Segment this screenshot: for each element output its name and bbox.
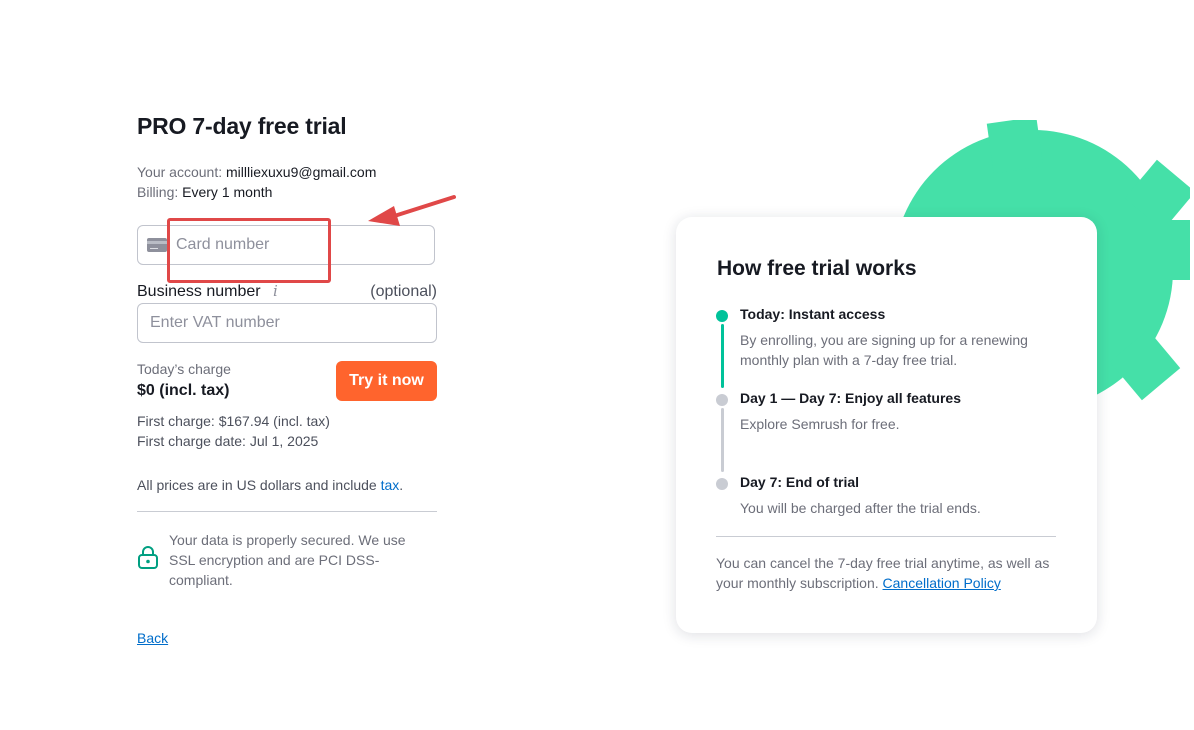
step-title: Day 1 — Day 7: Enjoy all features: [740, 390, 961, 406]
step-title: Today: Instant access: [740, 306, 886, 322]
first-charge-date-text: First charge date: Jul 1, 2025: [137, 433, 319, 449]
account-info: Your account: millliexuxu9@gmail.com: [137, 164, 376, 180]
panel-divider: [716, 536, 1056, 537]
step-dot-active: [716, 310, 728, 322]
step-description: You will be charged after the trial ends…: [740, 500, 981, 516]
account-label: Your account:: [137, 164, 223, 180]
today-charge-label: Today’s charge: [137, 361, 231, 377]
free-trial-info-panel: How free trial works Today: Instant acce…: [676, 217, 1097, 633]
credit-card-icon: [147, 238, 167, 252]
first-charge-text: First charge: $167.94 (incl. tax): [137, 413, 330, 429]
annotation-arrow: [368, 195, 456, 226]
today-charge-value: $0 (incl. tax): [137, 382, 230, 399]
vat-number-field[interactable]: [137, 303, 437, 343]
page-title: PRO 7-day free trial: [137, 113, 347, 139]
step-description: By enrolling, you are signing up for a r…: [740, 332, 1028, 368]
security-note: Your data is properly secured. We use SS…: [169, 532, 406, 588]
billing-info: Billing: Every 1 month: [137, 184, 272, 200]
try-it-now-button[interactable]: Try it now: [336, 361, 437, 401]
billing-value: Every 1 month: [182, 184, 273, 200]
step-dot: [716, 394, 728, 406]
step-progress-line: [721, 324, 724, 388]
prices-text: All prices are in US dollars and include: [137, 477, 377, 493]
billing-label: Billing:: [137, 184, 179, 200]
lock-icon: [138, 546, 158, 569]
panel-title: How free trial works: [717, 257, 917, 280]
step-progress-line: [721, 408, 724, 472]
step-description: Explore Semrush for free.: [740, 416, 900, 432]
cancellation-note: You can cancel the 7-day free trial anyt…: [716, 553, 1066, 593]
optional-label: (optional): [370, 283, 437, 300]
prices-period: .: [399, 477, 404, 493]
prices-note: All prices are in US dollars and include…: [137, 477, 403, 493]
back-link[interactable]: Back: [137, 630, 168, 646]
info-icon[interactable]: i: [273, 282, 278, 300]
step-dot: [716, 478, 728, 490]
form-divider: [137, 511, 437, 512]
business-number-label: Business number: [137, 283, 261, 300]
tax-link[interactable]: tax: [381, 477, 400, 493]
cancellation-policy-link[interactable]: Cancellation Policy: [883, 575, 1001, 591]
vat-number-input[interactable]: [150, 304, 420, 342]
step-title: Day 7: End of trial: [740, 474, 860, 490]
account-email: millliexuxu9@gmail.com: [226, 164, 377, 180]
annotation-highlight-box: [167, 218, 331, 283]
